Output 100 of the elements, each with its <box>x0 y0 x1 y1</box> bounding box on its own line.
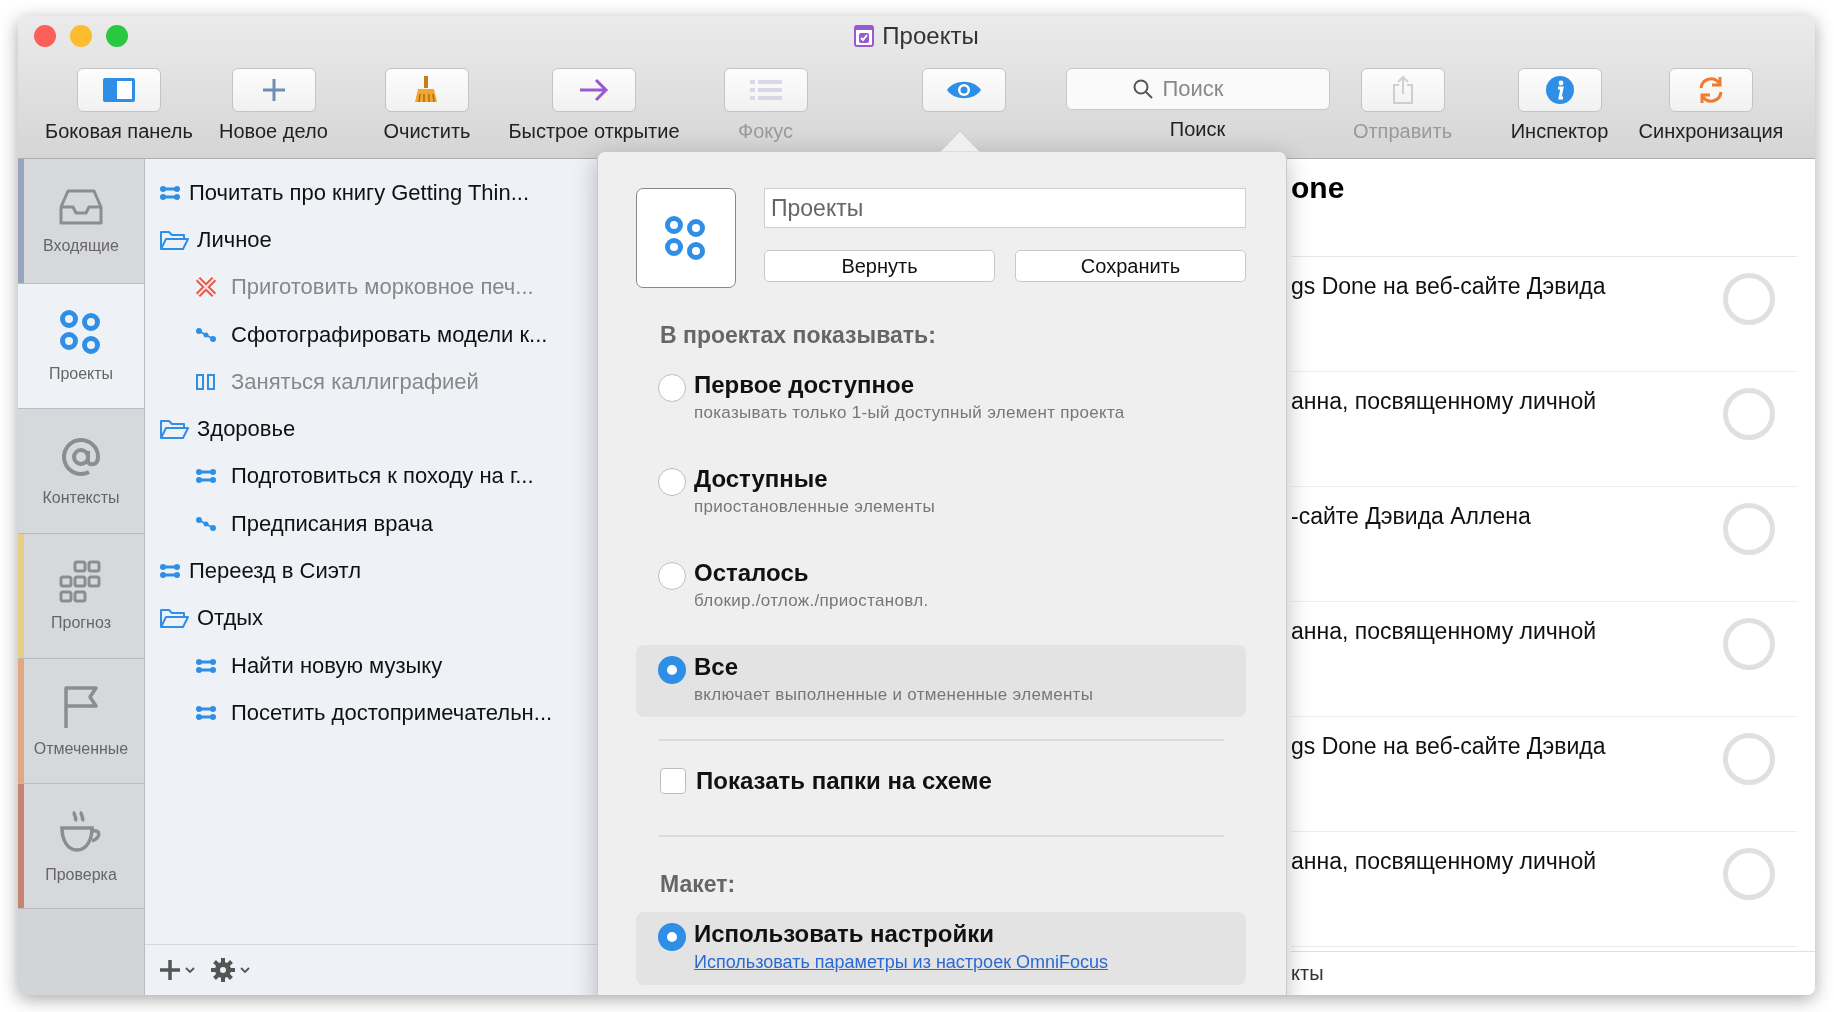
search-field[interactable]: Поиск <box>1065 68 1330 110</box>
cross-icon <box>195 276 217 299</box>
radio-button[interactable] <box>658 923 686 951</box>
toolbar-label: Отправить <box>1352 120 1453 143</box>
sidebar-tab[interactable]: Прогноз <box>18 534 144 659</box>
toolbar-label: Новое дело <box>219 120 328 143</box>
settings-link[interactable]: Использовать параметры из настроек OmniFocus <box>694 952 1109 973</box>
status-checkbox[interactable] <box>1723 273 1775 325</box>
sequential-icon <box>195 515 217 532</box>
share-icon <box>1390 75 1415 105</box>
outline-item[interactable]: Посетить достопримечательн... <box>145 689 601 737</box>
clean-toolbar-button[interactable] <box>385 68 469 112</box>
tab-label: Отмеченные <box>33 740 129 758</box>
folder-icon <box>159 607 189 630</box>
sidebar-icon <box>102 77 136 103</box>
option-description: приостановленные элементы <box>694 497 935 517</box>
sidebar-tab[interactable]: Проекты <box>18 284 144 409</box>
parallel-icon <box>195 704 217 721</box>
toolbar-label: Быстрое открытие <box>508 120 680 143</box>
projects-icon <box>59 309 103 355</box>
folder-icon <box>159 228 189 251</box>
section-heading: В проектах показывать: <box>660 322 937 349</box>
section-heading: Макет: <box>660 871 737 898</box>
quick-open-toolbar-button[interactable] <box>552 68 636 112</box>
sidebar-tab[interactable]: Контексты <box>18 409 144 534</box>
minimize-button[interactable] <box>70 25 92 47</box>
option-title: Использовать настройки <box>694 920 995 948</box>
option-row[interactable]: Все включает выполненные и отмененные элементы <box>636 645 1246 717</box>
radio-button[interactable] <box>658 562 686 590</box>
option-title: Первое доступное <box>694 371 915 399</box>
new-toolbar-button[interactable] <box>231 68 316 112</box>
project-heading: one <box>1291 159 1797 257</box>
sync-toolbar-button[interactable] <box>1669 68 1753 112</box>
option-row[interactable]: Первое доступное показывать только 1-ый доступный элемент проекта <box>636 363 1246 435</box>
radio-button[interactable] <box>658 656 686 684</box>
checkbox[interactable] <box>660 768 686 794</box>
task-title: -сайте Дэвида Аллена <box>1291 503 1531 530</box>
option-description: показывать только 1-ый доступный элемент проекта <box>694 403 1125 423</box>
settings-icon <box>211 957 253 983</box>
status-checkbox[interactable] <box>1723 848 1775 900</box>
status-checkbox[interactable] <box>1723 503 1775 555</box>
toolbar-label: Очистить <box>383 120 471 143</box>
outline-item[interactable]: Найти новую музыку <box>145 641 601 690</box>
toolbar-label: Синхронизация <box>1638 120 1784 143</box>
sidebar-tab[interactable]: Отмеченные <box>18 659 144 784</box>
list-icon <box>748 78 783 102</box>
outline-item[interactable]: Переезд в Сиэтл <box>145 547 601 595</box>
parallel-icon <box>195 468 217 485</box>
status-checkbox[interactable] <box>1723 388 1775 440</box>
option-row[interactable]: Использовать настройки Использовать параметры из настроек OmniFocus <box>636 912 1246 985</box>
toolbar-label: Поиск <box>1169 118 1226 141</box>
tab-label: Контексты <box>42 489 120 507</box>
at-sign-icon <box>59 435 103 479</box>
status-checkbox[interactable] <box>1723 733 1775 785</box>
status-checkbox[interactable] <box>1723 618 1775 670</box>
inspector-toolbar-button[interactable] <box>1517 68 1602 112</box>
task-title: gs Done на веб-сайте Дэвида <box>1291 733 1606 760</box>
perspective-icon-well[interactable] <box>636 188 736 288</box>
flag-icon <box>61 684 101 730</box>
document-icon <box>854 25 875 47</box>
info-icon <box>1544 75 1575 105</box>
outline-item[interactable]: Здоровье <box>145 405 601 453</box>
tray-icon <box>58 187 104 227</box>
sidebar-tab[interactable]: Входящие <box>18 159 144 284</box>
option-description: включает выполненные и отмененные элементы <box>694 685 1094 705</box>
task-title: gs Done на веб-сайте Дэвида <box>1291 273 1606 300</box>
parallel-icon <box>159 184 181 201</box>
task-title: анна, посвященному личной <box>1291 618 1597 645</box>
toolbar-label: Инспектор <box>1510 120 1609 143</box>
sidebar-tab[interactable]: Проверка <box>18 784 144 909</box>
close-button[interactable] <box>34 25 56 47</box>
pause-icon <box>195 372 217 391</box>
popover-button[interactable]: Вернуть <box>764 250 995 282</box>
outline-item[interactable]: Подготовиться к походу на г... <box>145 452 601 501</box>
projects-icon <box>664 215 708 261</box>
sequential-icon <box>195 326 217 343</box>
plus-icon <box>260 77 287 103</box>
outline-item[interactable]: Отдых <box>145 594 601 642</box>
checkbox-label: Показать папки на схеме <box>696 767 992 795</box>
tab-label: Проверка <box>45 866 117 884</box>
zoom-button[interactable] <box>106 25 128 47</box>
option-row[interactable]: Доступные приостановленные элементы <box>636 457 1246 529</box>
outline-item[interactable]: Почитать про книгу Getting Thin... <box>145 169 601 217</box>
tab-label: Проекты <box>48 365 114 383</box>
view-toolbar-button[interactable] <box>921 68 1006 112</box>
grid-icon <box>59 560 103 604</box>
outline-item[interactable]: Сфотографировать модели к... <box>145 310 601 359</box>
option-row[interactable]: Осталось блокир./отлож./приостановл. <box>636 551 1246 623</box>
task-title: анна, посвященному личной <box>1291 388 1597 415</box>
radio-button[interactable] <box>658 468 686 496</box>
popover-button[interactable]: Сохранить <box>1015 250 1246 282</box>
status-text: кты <box>1291 962 1324 984</box>
tab-label: Входящие <box>43 237 119 255</box>
toolbar-label: Боковая панель <box>45 120 193 143</box>
outline-item[interactable]: Личное <box>145 216 601 264</box>
perspective-name-field[interactable]: Проекты <box>764 188 1246 228</box>
outline-item[interactable]: Предписания врача <box>145 500 601 548</box>
folder-icon <box>159 418 189 441</box>
radio-button[interactable] <box>658 374 686 402</box>
sidebar-toolbar-button[interactable] <box>77 68 161 112</box>
